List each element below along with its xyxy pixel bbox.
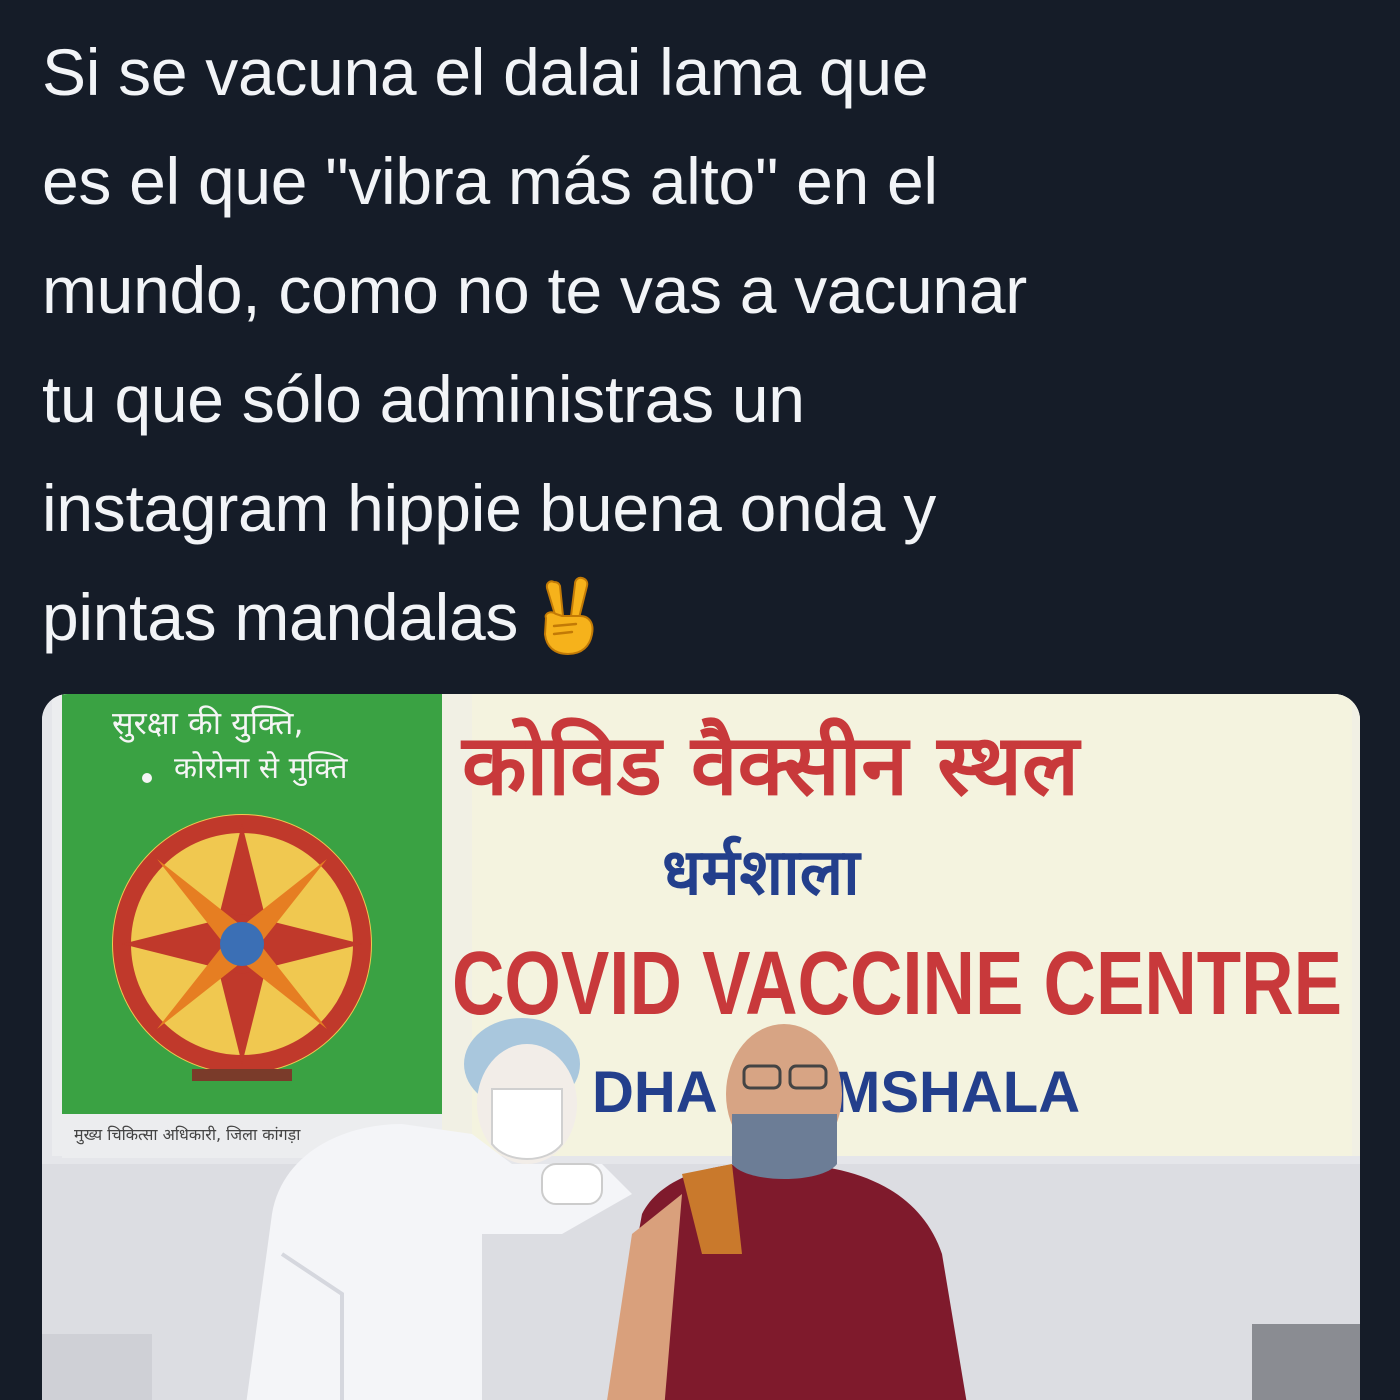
banner-hindi-title: कोविड वैक्सीन स्थल <box>460 716 1082 814</box>
victory-hand-icon <box>532 574 604 690</box>
banner-hindi-city: धर्मशाला <box>662 835 862 910</box>
poster-footer: मुख्य चिकित्सा अधिकारी, जिला कांगड़ा <box>74 1125 301 1145</box>
poster-line-1: सुरक्षा की युक्ति, <box>112 704 304 743</box>
tweet-photo[interactable]: सुरक्षा की युक्ति, कोरोना से मुक्ति मुख्… <box>42 694 1360 1400</box>
tweet-line: es el que "vibra más alto" en el <box>42 144 938 218</box>
tweet-text: Si se vacuna el dalai lama que es el que… <box>42 18 1372 690</box>
tweet-line: instagram hippie buena onda y <box>42 471 936 545</box>
banner-city-right: MSHALA <box>832 1060 1080 1125</box>
vaccine-banner: कोविड वैक्सीन स्थल धर्मशाला COVID VACCIN… <box>442 694 1360 1156</box>
tweet-line-text: pintas mandalas <box>42 580 519 654</box>
green-poster: सुरक्षा की युक्ति, कोरोना से मुक्ति मुख्… <box>52 694 472 1158</box>
banner-english-title: COVID VACCINE CENTRE <box>452 934 1342 1034</box>
tweet-line: Si se vacuna el dalai lama que <box>42 35 929 109</box>
tweet-line: tu que sólo administras un <box>42 362 805 436</box>
tweet-line: mundo, como no te vas a vacunar <box>42 253 1027 327</box>
tweet-screenshot: Si se vacuna el dalai lama que es el que… <box>0 0 1400 1400</box>
tweet-line-last: pintas mandalas <box>42 563 1372 690</box>
banner-city-left: DHA <box>592 1060 718 1125</box>
poster-line-2: कोरोना से मुक्ति <box>174 751 348 787</box>
